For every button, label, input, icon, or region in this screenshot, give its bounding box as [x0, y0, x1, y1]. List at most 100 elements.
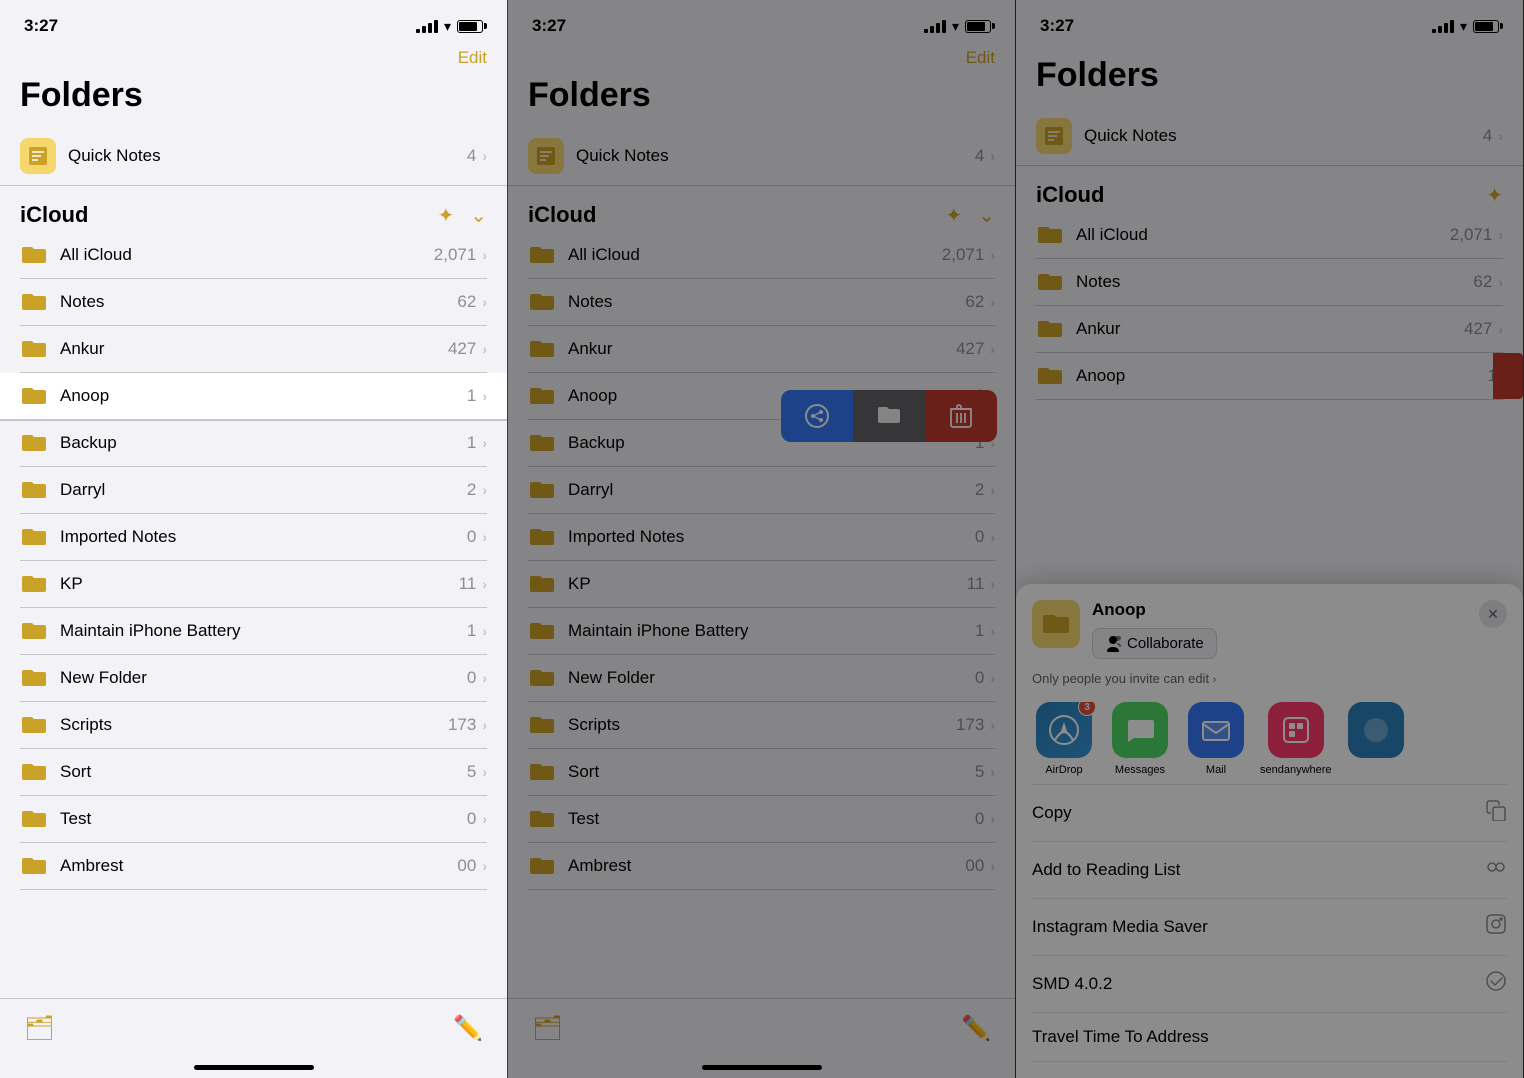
- partial-icon: [1348, 702, 1404, 758]
- folder-all-icloud-2[interactable]: All iCloud 2,071 ›: [528, 232, 995, 279]
- panel-header-3: [1016, 44, 1523, 56]
- folder-list-2: All iCloud 2,071 › Notes 62 › Ankur 427 …: [508, 232, 1015, 890]
- collaborate-label: Collaborate: [1127, 635, 1204, 652]
- battery-icon-3: [1473, 20, 1499, 33]
- folder-all-icloud-3[interactable]: All iCloud 2,071 ›: [1036, 212, 1503, 259]
- folder-sort-1[interactable]: Sort 5 ›: [20, 749, 487, 796]
- status-bar-2: 3:27 ▾: [508, 0, 1015, 44]
- folder-count-kp-1: 11: [459, 574, 477, 594]
- folder-all-icloud-1[interactable]: All iCloud 2,071 ›: [20, 232, 487, 279]
- collaborate-button[interactable]: Collaborate: [1092, 628, 1217, 659]
- edit-button-1[interactable]: Edit: [458, 48, 487, 68]
- add-icon-3[interactable]: ✦: [1486, 183, 1503, 208]
- folder-anoop-3[interactable]: Anoop 1: [1036, 353, 1503, 400]
- share-action-instagram[interactable]: Instagram Media Saver: [1032, 899, 1507, 956]
- folder-count-darryl-1: 2: [467, 480, 476, 500]
- share-app-sendanywhere[interactable]: sendanywhere: [1260, 702, 1332, 776]
- phone-panel-3: 3:27 ▾ Folders Quick Notes 4 › iCloud ✦: [1016, 0, 1524, 1078]
- folder-backup-1[interactable]: Backup 1 ›: [20, 420, 487, 467]
- share-action-copy[interactable]: Copy: [1032, 785, 1507, 842]
- share-app-messages[interactable]: Messages: [1108, 702, 1172, 776]
- folder-newfolder-2[interactable]: New Folder 0 ›: [528, 655, 995, 702]
- share-app-mail[interactable]: Mail: [1184, 702, 1248, 776]
- folder-notes-2[interactable]: Notes 62 ›: [528, 279, 995, 326]
- folder-darryl-2[interactable]: Darryl 2 ›: [528, 467, 995, 514]
- folder-test-2[interactable]: Test 0 ›: [528, 796, 995, 843]
- folder-ankur-3[interactable]: Ankur 427 ›: [1036, 306, 1503, 353]
- add-folder-icon-1[interactable]: ✦: [437, 203, 454, 228]
- quick-notes-label-2: Quick Notes: [576, 146, 975, 166]
- chevron-up-icon-1[interactable]: ⌄: [470, 203, 487, 228]
- new-note-btn-1[interactable]: ✏️: [453, 1014, 483, 1043]
- smd-icon: [1485, 970, 1507, 998]
- share-app-airdrop[interactable]: 3 AirDrop: [1032, 702, 1096, 776]
- share-action-smd[interactable]: SMD 4.0.2: [1032, 956, 1507, 1013]
- folder-kp-1[interactable]: KP 11 ›: [20, 561, 487, 608]
- quick-notes-label-3: Quick Notes: [1084, 126, 1483, 146]
- reading-list-icon: [1485, 856, 1507, 884]
- folder-name-test-1: Test: [60, 809, 467, 829]
- swipe-folder-btn[interactable]: [853, 390, 925, 442]
- folder-sort-2[interactable]: Sort 5 ›: [528, 749, 995, 796]
- quick-notes-row-2[interactable]: Quick Notes 4 ›: [508, 127, 1015, 186]
- share-action-reading-list[interactable]: Add to Reading List: [1032, 842, 1507, 899]
- folder-ankur-1[interactable]: Ankur 427 ›: [20, 326, 487, 373]
- quick-notes-count-2: 4: [975, 146, 984, 166]
- quick-notes-row-3[interactable]: Quick Notes 4 ›: [1016, 107, 1523, 166]
- folder-kp-2[interactable]: KP 11 ›: [528, 561, 995, 608]
- airdrop-label: AirDrop: [1045, 764, 1082, 776]
- close-share-button[interactable]: ✕: [1479, 600, 1507, 628]
- share-action-travel[interactable]: Travel Time To Address: [1032, 1013, 1507, 1062]
- status-icons-3: ▾: [1432, 18, 1499, 35]
- folder-icon-kp-1: [20, 572, 48, 596]
- folder-anoop-1[interactable]: Anoop 1 ›: [0, 373, 507, 420]
- home-indicator-1: [194, 1065, 314, 1070]
- folder-list-1: All iCloud 2,071 › Notes 62 › Ankur 427 …: [0, 232, 507, 890]
- folder-name-scripts-1: Scripts: [60, 715, 448, 735]
- quick-notes-row-1[interactable]: Quick Notes 4 ›: [0, 127, 507, 186]
- folder-maintain-2[interactable]: Maintain iPhone Battery 1 ›: [528, 608, 995, 655]
- new-folder-btn-2[interactable]: 🗂: [532, 1014, 562, 1043]
- time-3: 3:27: [1040, 16, 1074, 36]
- folder-test-1[interactable]: Test 0 ›: [20, 796, 487, 843]
- folder-ankur-2[interactable]: Ankur 427 ›: [528, 326, 995, 373]
- share-folder-icon: [1032, 600, 1080, 648]
- swipe-share-btn[interactable]: [781, 390, 853, 442]
- add-folder-icon-2[interactable]: ✦: [945, 203, 962, 228]
- quick-notes-count-1: 4: [467, 146, 476, 166]
- folder-name-newfolder-1: New Folder: [60, 668, 467, 688]
- new-note-btn-2[interactable]: ✏️: [961, 1014, 991, 1043]
- signal-icon-1: [416, 20, 438, 33]
- airdrop-icon: 3: [1036, 702, 1092, 758]
- signal-icon-3: [1432, 20, 1454, 33]
- new-folder-btn-1[interactable]: 🗂: [24, 1014, 54, 1043]
- folder-icon-ankur-1: [20, 337, 48, 361]
- swipe-actions-panel-2[interactable]: [781, 390, 997, 442]
- quick-notes-icon-2: [528, 138, 564, 174]
- folder-scripts-2[interactable]: Scripts 173 ›: [528, 702, 995, 749]
- folder-imported-2[interactable]: Imported Notes 0 ›: [528, 514, 995, 561]
- folders-title-3: Folders: [1016, 56, 1523, 107]
- chevron-up-icon-2[interactable]: ⌄: [978, 203, 995, 228]
- quick-notes-chevron-1: ›: [482, 148, 487, 164]
- share-app-partial[interactable]: [1344, 702, 1408, 776]
- wifi-icon-1: ▾: [444, 18, 451, 35]
- edit-button-2[interactable]: Edit: [966, 48, 995, 68]
- folder-maintain-1[interactable]: Maintain iPhone Battery 1 ›: [20, 608, 487, 655]
- folder-notes-1[interactable]: Notes 62 ›: [20, 279, 487, 326]
- icloud-icons-1: ✦ ⌄: [437, 203, 487, 228]
- time-2: 3:27: [532, 16, 566, 36]
- phone-panel-1: 3:27 ▾ Edit Folders Quick Notes 4 › iClo…: [0, 0, 508, 1078]
- folder-ambrest-1[interactable]: Ambrest 00 ›: [20, 843, 487, 890]
- wifi-icon-2: ▾: [952, 18, 959, 35]
- share-actions: Copy Add to Reading List: [1032, 784, 1507, 1062]
- folder-newfolder-1[interactable]: New Folder 0 ›: [20, 655, 487, 702]
- folder-scripts-1[interactable]: Scripts 173 ›: [20, 702, 487, 749]
- folder-icon-scripts-1: [20, 713, 48, 737]
- folder-notes-3[interactable]: Notes 62 ›: [1036, 259, 1503, 306]
- folder-ambrest-2[interactable]: Ambrest 00 ›: [528, 843, 995, 890]
- quick-notes-icon-3: [1036, 118, 1072, 154]
- folder-darryl-1[interactable]: Darryl 2 ›: [20, 467, 487, 514]
- folder-imported-1[interactable]: Imported Notes 0 ›: [20, 514, 487, 561]
- swipe-delete-btn[interactable]: [925, 390, 997, 442]
